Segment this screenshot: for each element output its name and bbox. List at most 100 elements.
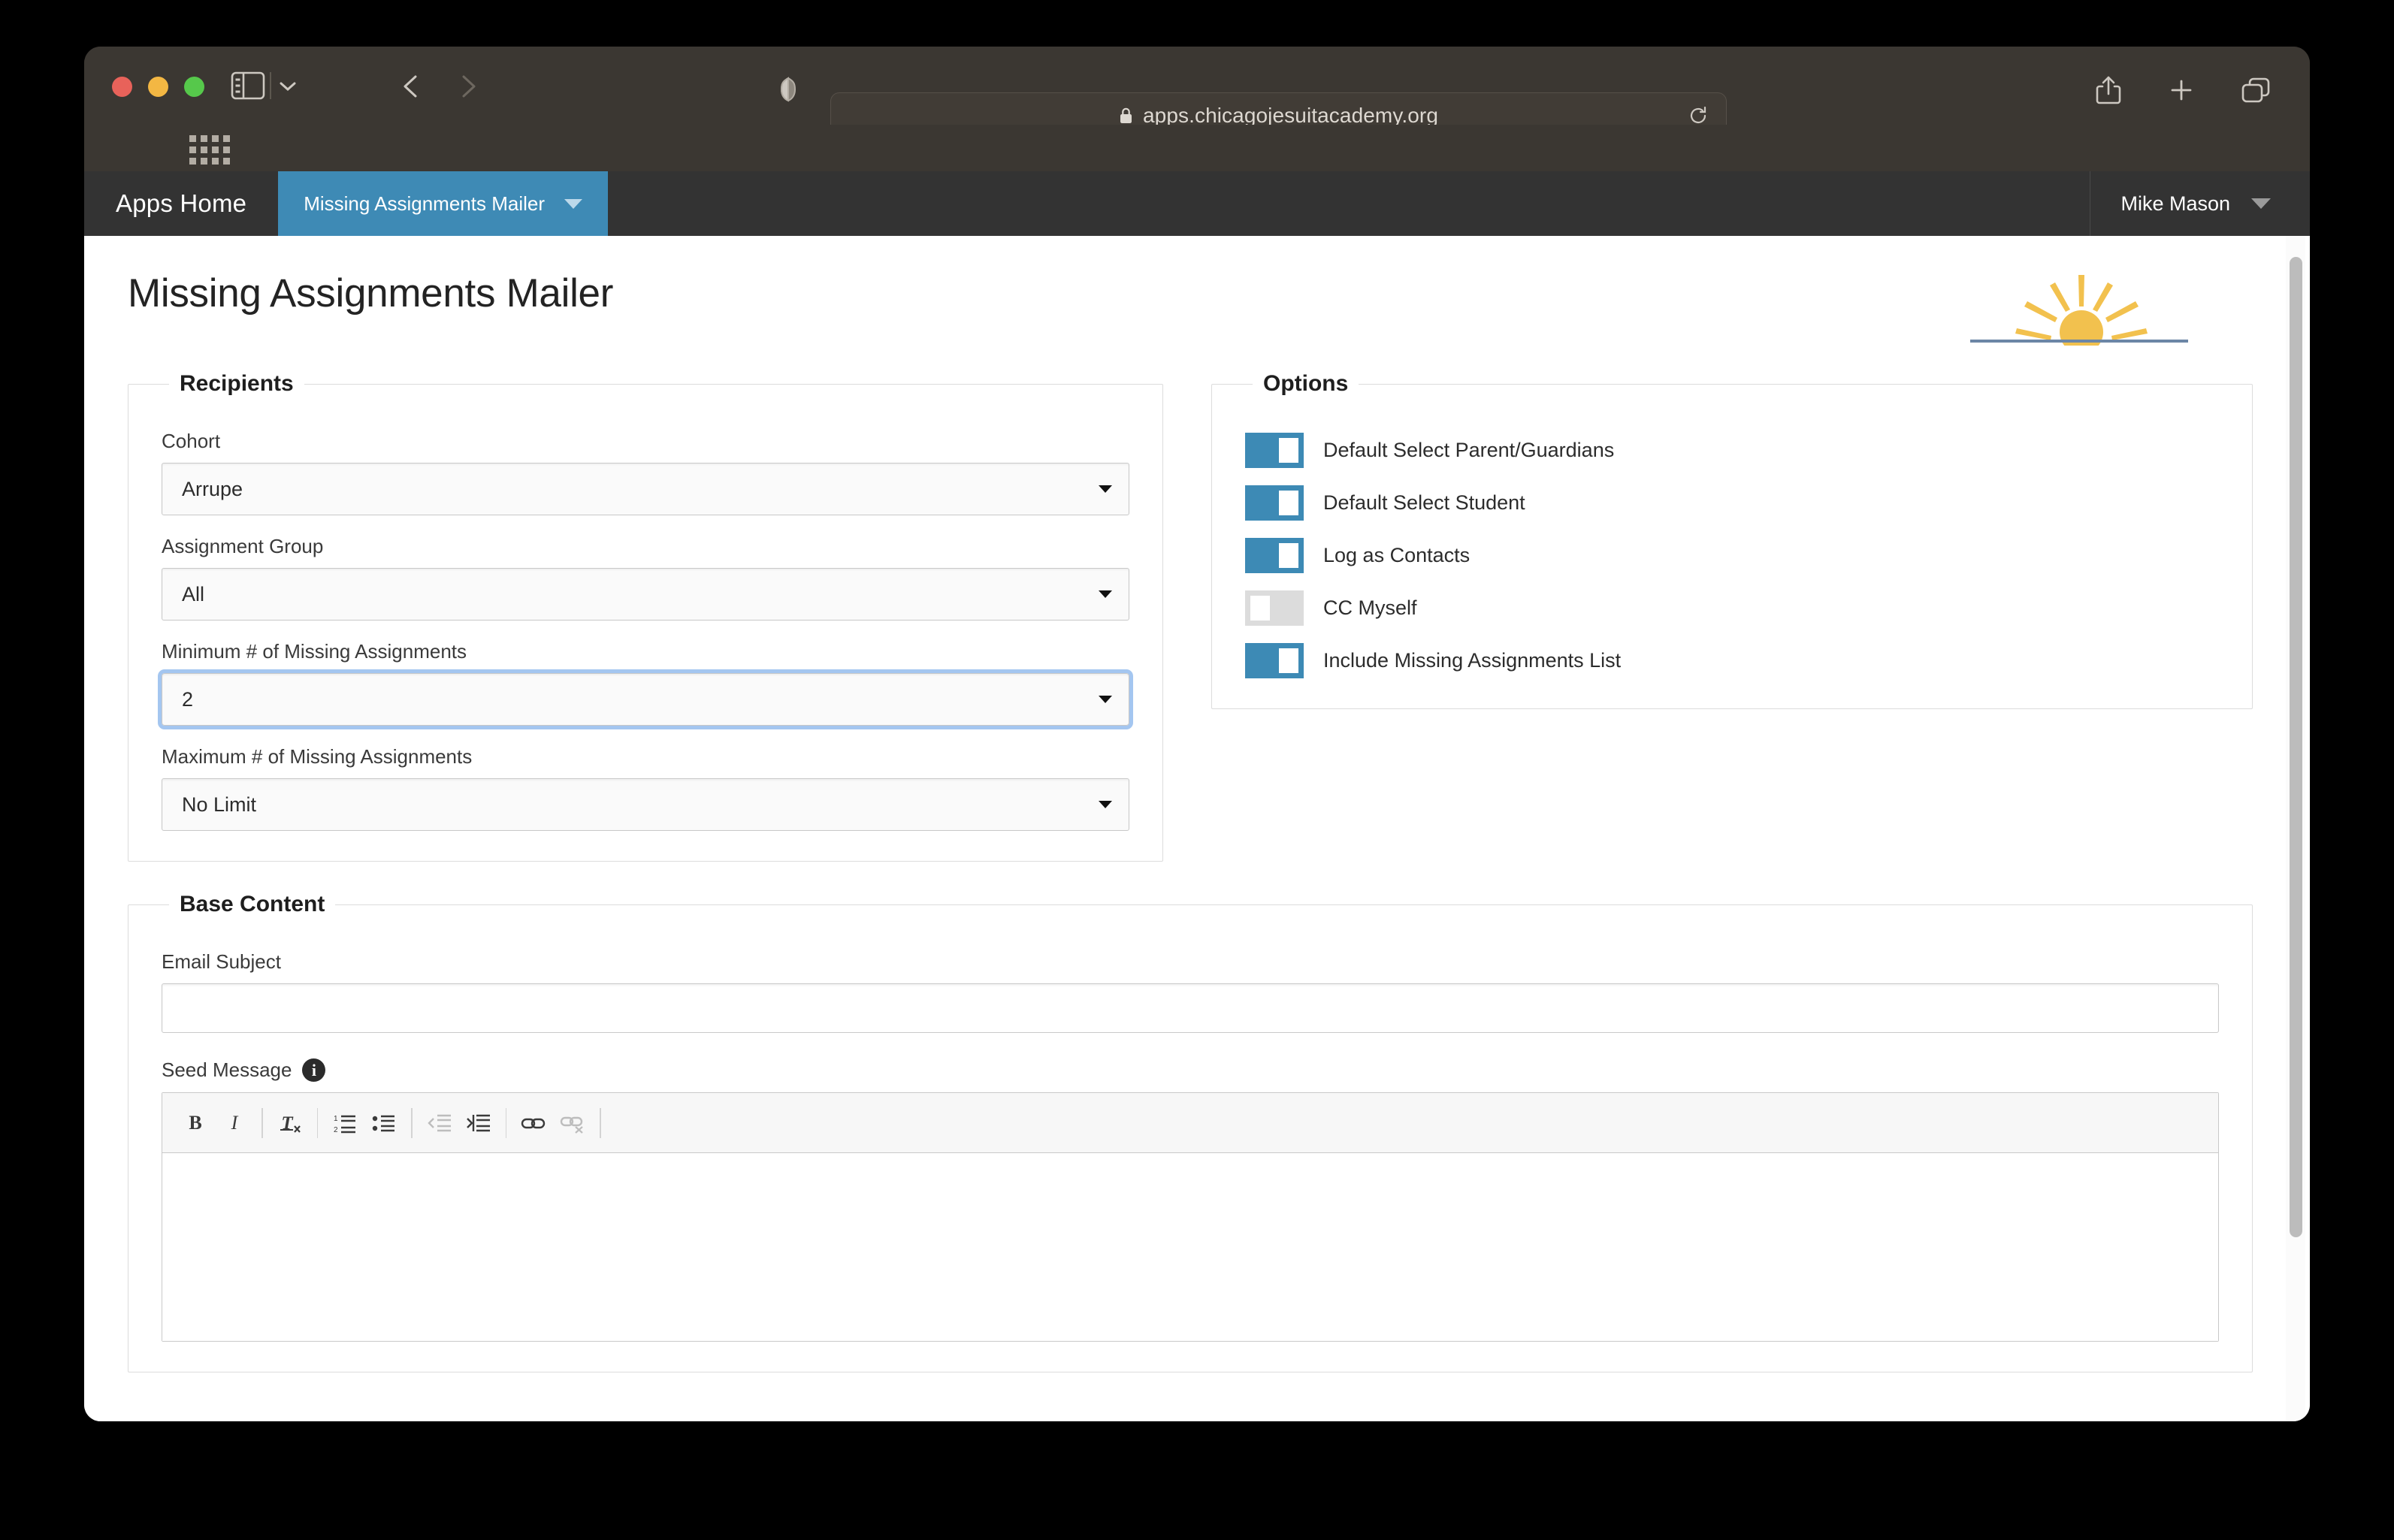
svg-text:1: 1 (334, 1115, 338, 1123)
seed-message-label-row: Seed Message i (162, 1058, 2219, 1082)
options-legend: Options (1263, 371, 1349, 396)
rising-sun-logo (1970, 273, 2188, 354)
option-label: Default Select Parent/Guardians (1323, 439, 1615, 461)
option-label: Log as Contacts (1323, 544, 1471, 566)
grid-icon[interactable] (189, 135, 230, 165)
form-columns: Recipients Cohort Arrupe Assignment Grou… (84, 346, 2310, 862)
chevron-down-icon (564, 198, 582, 209)
forward-arrow-icon[interactable] (454, 74, 479, 99)
maximum-missing-label: Maximum # of Missing Assignments (162, 745, 473, 768)
minimum-missing-label: Minimum # of Missing Assignments (162, 640, 467, 663)
lock-icon (1119, 107, 1133, 125)
maximize-window-button[interactable] (184, 77, 204, 97)
toolbar-separator (411, 1107, 413, 1138)
toggle-switch[interactable] (1245, 538, 1304, 573)
close-window-button[interactable] (112, 77, 132, 97)
options-column: Options Default Select Parent/Guardians … (1211, 371, 2253, 862)
toggle-switch[interactable] (1245, 485, 1304, 521)
italic-icon[interactable]: I (215, 1104, 254, 1143)
bold-icon[interactable]: B (176, 1104, 215, 1143)
page-scrollbar[interactable] (2286, 236, 2305, 1421)
browser-window: apps.chicagojesuitacademy.org Apps Home … (84, 47, 2310, 1421)
cohort-select[interactable]: Arrupe (162, 463, 1129, 515)
maximum-missing-value: No Limit (182, 793, 257, 816)
page-title: Missing Assignments Mailer (128, 271, 614, 316)
base-content-legend: Base Content (180, 892, 325, 916)
nav-tab-missing-assignments-mailer[interactable]: Missing Assignments Mailer (278, 171, 608, 236)
option-default-select-student[interactable]: Default Select Student (1245, 485, 2219, 521)
option-label: Include Missing Assignments List (1323, 649, 1622, 672)
page-content: Missing Assignments Mailer Recipients Co… (84, 236, 2310, 1421)
svg-text:I: I (231, 1112, 239, 1134)
base-content-panel: Base Content Email Subject Seed Message … (128, 892, 2253, 1372)
field-cohort: Cohort Arrupe (162, 430, 1129, 515)
chevron-down-icon (1099, 801, 1112, 808)
option-cc-myself[interactable]: CC Myself (1245, 590, 2219, 626)
base-content-wrap: Base Content Email Subject Seed Message … (84, 862, 2310, 1372)
browser-toolbar-actions (2095, 75, 2271, 105)
email-subject-label: Email Subject (162, 950, 281, 973)
chevron-down-icon[interactable] (278, 80, 298, 93)
recipients-column: Recipients Cohort Arrupe Assignment Grou… (128, 371, 1163, 862)
chevron-down-icon (2251, 198, 2271, 209)
maximum-missing-select[interactable]: No Limit (162, 778, 1129, 831)
options-panel: Options Default Select Parent/Guardians … (1211, 371, 2253, 709)
minimize-window-button[interactable] (148, 77, 168, 97)
option-default-select-parent-guardians[interactable]: Default Select Parent/Guardians (1245, 433, 2219, 468)
toggle-switch[interactable] (1245, 433, 1304, 468)
minimum-missing-value: 2 (182, 687, 194, 711)
link-icon[interactable] (514, 1104, 553, 1143)
bulleted-list-icon[interactable] (364, 1104, 404, 1143)
toolbar-separator (600, 1107, 601, 1138)
option-label: CC Myself (1323, 596, 1417, 619)
nav-brand-apps-home[interactable]: Apps Home (84, 171, 278, 236)
page-header: Missing Assignments Mailer (84, 236, 2310, 354)
user-menu-label: Mike Mason (2120, 192, 2230, 215)
scrollbar-thumb[interactable] (2290, 257, 2302, 1237)
minimum-missing-select[interactable]: 2 (158, 669, 1133, 729)
unlink-icon[interactable] (553, 1104, 592, 1143)
toolbar-separator (261, 1107, 263, 1138)
toggle-switch[interactable] (1245, 590, 1304, 626)
option-log-as-contacts[interactable]: Log as Contacts (1245, 538, 2219, 573)
cohort-value: Arrupe (182, 477, 243, 500)
email-subject-input[interactable] (162, 983, 2219, 1033)
chevron-down-icon (1099, 590, 1112, 598)
toggle-switch[interactable] (1245, 643, 1304, 678)
option-include-missing-assignments-list[interactable]: Include Missing Assignments List (1245, 643, 2219, 678)
sidebar-toggle-icon[interactable] (231, 71, 265, 100)
assignment-group-value: All (182, 582, 205, 605)
field-email-subject: Email Subject (162, 950, 2219, 1033)
tab-overview-icon[interactable] (2241, 77, 2271, 104)
toolbar-separator (505, 1107, 506, 1138)
user-menu[interactable]: Mike Mason (2090, 171, 2310, 236)
share-icon[interactable] (2095, 75, 2122, 105)
editor-toolbar: B I T 1 2 (162, 1093, 2218, 1153)
remove-format-icon[interactable]: T (271, 1104, 310, 1143)
numbered-list-icon[interactable]: 1 2 (325, 1104, 364, 1143)
app-navbar: Apps Home Missing Assignments Mailer Mik… (84, 171, 2310, 236)
page-viewport: Apps Home Missing Assignments Mailer Mik… (84, 171, 2310, 1421)
outdent-icon[interactable] (420, 1104, 459, 1143)
reload-icon[interactable] (1688, 105, 1708, 126)
privacy-shield-icon[interactable] (779, 77, 797, 102)
indent-icon[interactable] (459, 1104, 498, 1143)
window-controls (112, 77, 204, 97)
seed-message-label: Seed Message (162, 1058, 292, 1081)
option-label: Default Select Student (1323, 491, 1525, 514)
svg-text:B: B (189, 1112, 201, 1134)
nav-tab-label: Missing Assignments Mailer (304, 192, 545, 215)
back-arrow-icon[interactable] (400, 74, 425, 99)
plus-icon[interactable] (2169, 77, 2194, 103)
nav-brand-label: Apps Home (116, 189, 247, 217)
favorites-bar (84, 125, 2310, 171)
info-icon[interactable]: i (302, 1058, 326, 1082)
seed-message-editor: B I T 1 2 (162, 1092, 2219, 1342)
browser-toolbar: apps.chicagojesuitacademy.org (84, 47, 2310, 139)
chevron-down-icon (1099, 696, 1112, 703)
seed-message-body[interactable] (162, 1153, 2218, 1341)
cohort-label: Cohort (162, 430, 221, 452)
assignment-group-select[interactable]: All (162, 568, 1129, 621)
toolbar-divider (270, 72, 271, 99)
assignment-group-label: Assignment Group (162, 535, 324, 557)
